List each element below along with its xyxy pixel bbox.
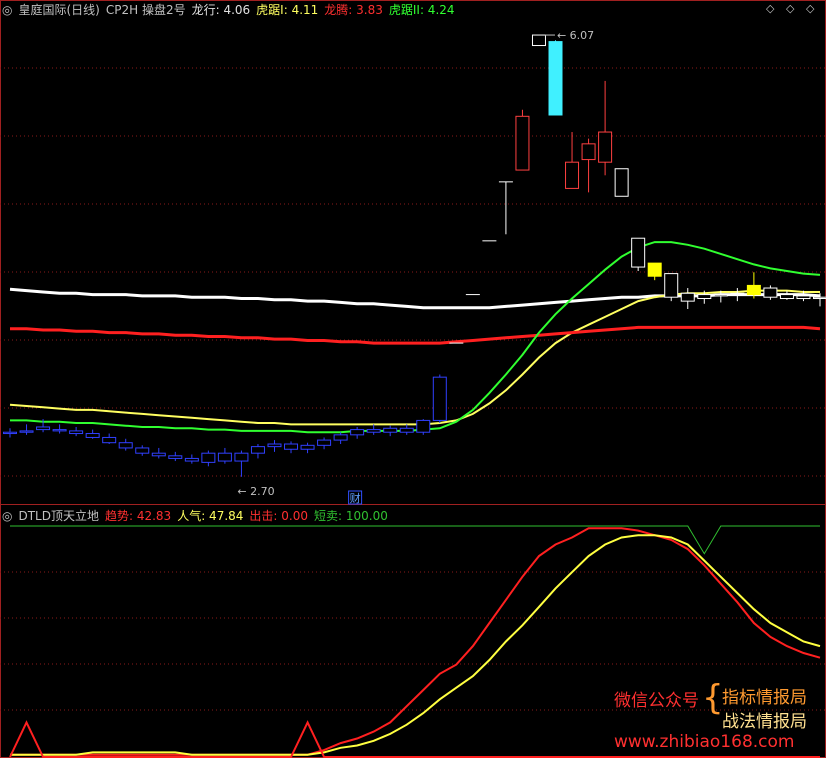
candle-body-39	[647, 262, 662, 277]
bottom-value-3: 短卖: 100.00	[314, 509, 388, 523]
candle-body-11	[184, 457, 199, 462]
candle-body-12	[201, 452, 216, 463]
top-value-3: 虎踞II: 4.24	[388, 3, 455, 17]
candle-body-45	[746, 284, 761, 296]
top-value-1: 虎踞I: 4.11	[256, 3, 319, 17]
watermark-line2: 战法情报局	[722, 712, 807, 732]
candle-body-24	[399, 427, 414, 433]
watermark-brace: {	[702, 678, 724, 718]
candle-body-15	[250, 446, 265, 454]
candle-body-26	[432, 376, 447, 421]
candle-body-25	[416, 419, 431, 433]
bottom-value-0: 趋势: 42.83	[104, 509, 172, 523]
candle-body-0	[3, 431, 17, 435]
oscillator-line-0	[10, 527, 821, 756]
candle-body-21	[350, 429, 365, 436]
candle-body-35	[581, 143, 596, 161]
finance-badge: 财	[350, 491, 361, 505]
bottom-value-2: 出击: 0.00	[249, 509, 308, 523]
price-line-1	[9, 289, 820, 426]
price-line-2	[10, 325, 821, 345]
candle-body-2	[36, 426, 51, 431]
candle-body-13	[217, 452, 232, 462]
candle-body-34	[565, 161, 580, 189]
bottom-panel-header: ◎ DTLD顶天立地 趋势: 42.83 人气: 47.84 出击: 0.00 短卖: 1…	[2, 507, 400, 525]
candle-body-7	[118, 442, 133, 449]
candle-body-18	[300, 444, 315, 450]
candle-body-31	[515, 115, 530, 171]
bottom-value-1: 人气: 47.84	[177, 509, 244, 523]
indicator-name: DTLD顶天立地	[18, 509, 99, 523]
low-price-label: ← 2.70	[237, 485, 274, 498]
high-price-label: ← 6.07	[557, 29, 594, 42]
candle-body-47	[779, 294, 794, 300]
settings-icon[interactable]: ◎	[2, 3, 12, 17]
candle-body-33	[548, 41, 563, 116]
candle-body-32	[531, 34, 546, 47]
diamond-icon[interactable]: ◇	[806, 2, 814, 15]
chart-border	[0, 0, 826, 758]
oscillator-line-3	[10, 525, 820, 555]
candle-body-40	[664, 273, 679, 298]
watermark-url: www.zhibiao168.com	[614, 732, 795, 752]
candle-body-42	[697, 294, 712, 300]
candle-body-23	[383, 427, 398, 433]
candle-body-43	[713, 294, 728, 297]
candle-body-16	[267, 443, 282, 448]
candle-body-49	[813, 296, 826, 300]
candle-body-14	[234, 452, 249, 462]
settings-icon[interactable]: ◎	[2, 509, 12, 523]
candle-body-4	[69, 430, 84, 435]
candle-body-6	[102, 436, 117, 444]
price-line-3	[10, 241, 821, 434]
candle-body-8	[135, 447, 150, 454]
candle-body-9	[151, 452, 166, 457]
candle-body-46	[763, 287, 778, 298]
candle-body-17	[284, 443, 299, 450]
indicator-values: 趋势: 42.83 人气: 47.84 出击: 0.00 短卖: 100.00	[105, 509, 394, 523]
indicator-name: CP2H 操盘2号	[105, 3, 186, 17]
candle-body-10	[168, 455, 183, 459]
chart-canvas: ← 6.07 ← 2.70 财	[0, 0, 826, 758]
top-panel-header: ◎ 皇庭国际(日线) CP2H 操盘2号 龙行: 4.06 虎踞I: 4.11 龙腾: 3…	[2, 1, 467, 19]
candle-body-41	[680, 292, 695, 302]
candle-body-19	[317, 439, 332, 446]
candle-body-36	[598, 131, 613, 163]
candle-body-48	[796, 295, 811, 300]
candle-body-38	[631, 237, 646, 268]
candle-body-22	[366, 429, 381, 433]
watermark-line1: 指标情报局	[722, 688, 807, 708]
watermark-label: 微信公众号	[614, 691, 699, 711]
candle-body-37	[614, 168, 629, 197]
diamond-icon[interactable]: ◇	[786, 2, 794, 15]
top-value-0: 龙行: 4.06	[191, 3, 251, 17]
candle-body-3	[52, 429, 67, 432]
indicator-values: 龙行: 4.06 虎踞I: 4.11 龙腾: 3.83 虎踞II: 4.24	[192, 3, 461, 17]
candle-body-5	[85, 433, 100, 438]
stock-title: 皇庭国际(日线)	[18, 3, 100, 17]
candle-body-1	[19, 430, 34, 433]
candle-body-20	[333, 434, 348, 441]
oscillator-line-1	[10, 534, 821, 756]
diamond-icon[interactable]: ◇	[766, 2, 774, 15]
top-value-2: 龙腾: 3.83	[324, 3, 383, 17]
